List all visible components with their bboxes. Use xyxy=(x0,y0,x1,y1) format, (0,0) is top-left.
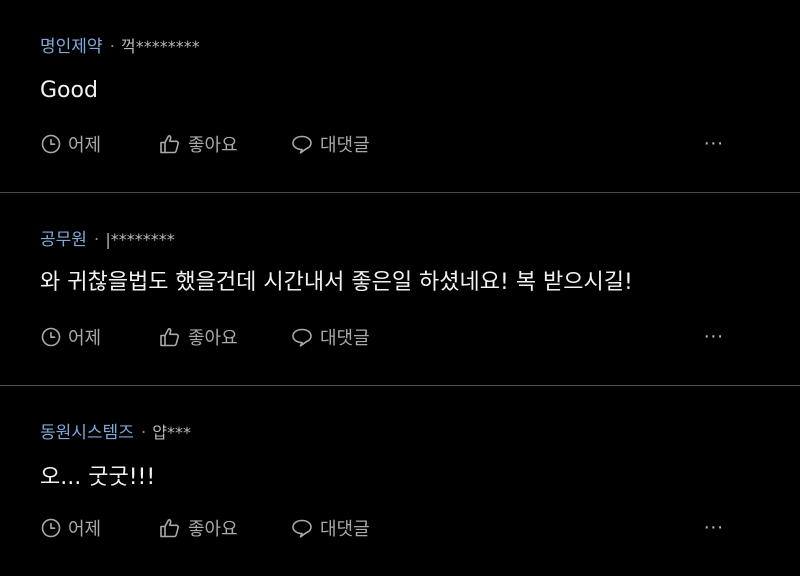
thumbs-up-icon xyxy=(160,135,179,154)
time-label: 어제 xyxy=(68,519,102,540)
comment-item: 명인제약 · 꺽******** Good 어제 좋아요 대댓글 ··· xyxy=(0,0,800,192)
masked-username: 얍*** xyxy=(152,423,191,442)
clock-icon xyxy=(41,134,61,154)
like-button[interactable]: 좋아요 xyxy=(158,515,290,541)
comment-actions: 어제 좋아요 대댓글 ··· xyxy=(40,322,770,352)
like-button[interactable]: 좋아요 xyxy=(158,324,290,350)
reply-button[interactable]: 대댓글 xyxy=(290,324,370,350)
more-icon[interactable]: ··· xyxy=(704,134,724,155)
comment-author[interactable]: 명인제약 xyxy=(40,37,103,57)
speech-bubble-icon xyxy=(292,519,312,538)
reply-button[interactable]: 대댓글 xyxy=(290,131,370,157)
time-label: 어제 xyxy=(68,135,102,156)
comment-text: 와 귀찮을법도 했을건데 시간내서 좋은일 하셨네요! 복 받으시길! xyxy=(40,270,633,295)
like-label: 좋아요 xyxy=(188,328,238,349)
comment-time: 어제 xyxy=(40,324,158,350)
comment-meta: 공무원 · |******** xyxy=(40,229,175,251)
masked-username: 꺽******** xyxy=(120,37,200,56)
like-button[interactable]: 좋아요 xyxy=(158,131,290,157)
thumbs-up-icon xyxy=(160,328,179,347)
comment-text: Good xyxy=(40,78,98,103)
comment-text: 오... 굿굿!!! xyxy=(40,465,156,490)
comment-actions: 어제 좋아요 대댓글 ··· xyxy=(40,129,770,159)
speech-bubble-icon xyxy=(292,328,312,347)
meta-separator: · xyxy=(93,230,100,250)
reply-label: 대댓글 xyxy=(320,519,370,540)
reply-button[interactable]: 대댓글 xyxy=(290,515,370,541)
reply-label: 대댓글 xyxy=(320,328,370,349)
comment-meta: 명인제약 · 꺽******** xyxy=(40,36,200,58)
like-label: 좋아요 xyxy=(188,519,238,540)
comment-time: 어제 xyxy=(40,131,158,157)
time-label: 어제 xyxy=(68,328,102,349)
speech-bubble-icon xyxy=(292,135,312,154)
comment-author[interactable]: 동원시스템즈 xyxy=(40,423,134,443)
more-icon[interactable]: ··· xyxy=(704,518,724,539)
meta-separator: · xyxy=(109,37,115,57)
masked-username: |******** xyxy=(105,230,175,249)
like-label: 좋아요 xyxy=(188,135,238,156)
comment-actions: 어제 좋아요 대댓글 ··· xyxy=(40,513,770,543)
comment-author[interactable]: 공무원 xyxy=(40,230,87,250)
thumbs-up-icon xyxy=(160,519,179,538)
more-icon[interactable]: ··· xyxy=(704,327,724,348)
clock-icon xyxy=(41,327,61,347)
meta-separator: · xyxy=(140,423,147,443)
reply-label: 대댓글 xyxy=(320,135,370,156)
clock-icon xyxy=(41,518,61,538)
comment-meta: 동원시스템즈 · 얍*** xyxy=(40,422,191,444)
comment-time: 어제 xyxy=(40,515,158,541)
